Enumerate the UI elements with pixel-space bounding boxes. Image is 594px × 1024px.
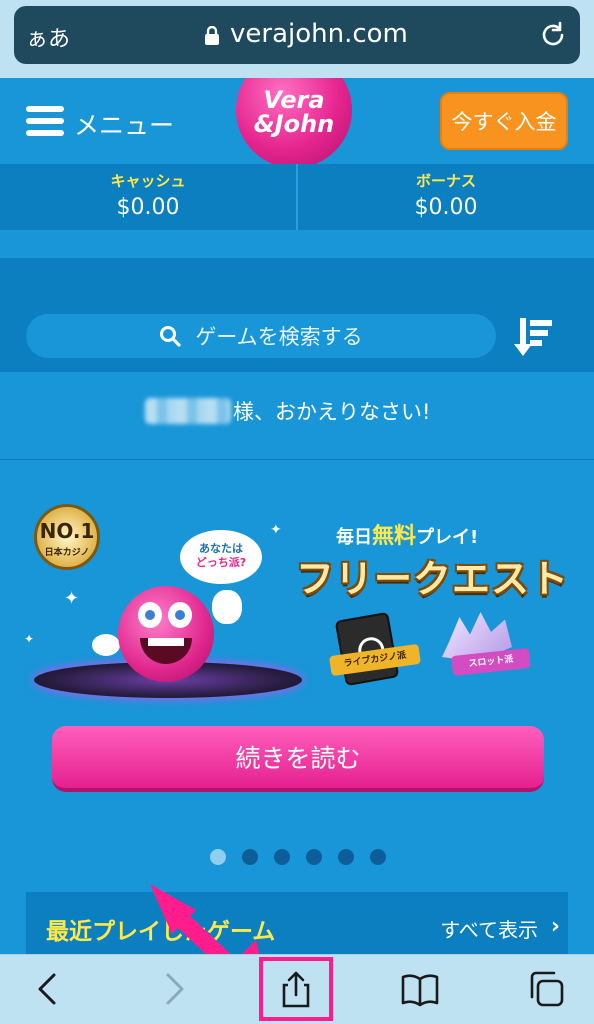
deposit-now-button[interactable]: 今すぐ入金	[440, 92, 568, 150]
speech-bubble: あなたは どっち派?	[180, 530, 262, 584]
glove-right-icon	[212, 590, 242, 624]
pagination-dot[interactable]	[338, 849, 354, 865]
pagination-dot[interactable]	[370, 849, 386, 865]
vera-john-logo[interactable]: Vera &John	[236, 78, 352, 164]
balance-bar: キャッシュ $0.00 ボーナス $0.00	[0, 164, 594, 230]
menu-label[interactable]: メニュー	[74, 106, 174, 142]
promo-subtitle: 毎日無料プレイ!	[336, 524, 479, 549]
blurred-username	[145, 398, 231, 424]
recent-games-header: 最近プレイしたゲーム すべて表示 ›	[26, 892, 568, 956]
search-placeholder: ゲームを検索する	[195, 325, 363, 349]
sparkle-icon: ✦	[270, 522, 282, 538]
forward-icon[interactable]	[154, 969, 194, 1009]
pagination-dot[interactable]	[210, 849, 226, 865]
carousel-pagination	[210, 849, 386, 865]
glove-left-icon	[92, 634, 120, 656]
chevron-right-icon[interactable]: ›	[551, 914, 560, 939]
mascot-character	[118, 586, 214, 682]
no1-badge-icon: NO.1 日本カジノ	[34, 504, 100, 570]
share-icon[interactable]	[276, 969, 316, 1009]
lock-icon	[205, 26, 219, 45]
welcome-section: 様、おかえりなさい!	[0, 372, 594, 460]
address-domain: verajohn.com	[230, 19, 408, 49]
bonus-value: $0.00	[414, 195, 478, 220]
read-more-button[interactable]: 続きを読む	[52, 726, 544, 792]
back-icon[interactable]	[28, 969, 68, 1009]
view-all-link[interactable]: すべて表示	[440, 914, 538, 943]
sort-icon[interactable]	[514, 316, 554, 358]
browser-top-bar: ぁあ verajohn.com	[0, 0, 594, 78]
welcome-message: 様、おかえりなさい!	[233, 400, 431, 424]
promo-banner[interactable]: NO.1 日本カジノ ✦ ✦ ✦ あなたは どっち派? 毎日無料プレイ! フリー…	[0, 462, 594, 702]
sparkle-icon: ✦	[24, 632, 35, 646]
sparkle-icon: ✦	[64, 588, 80, 609]
hamburger-icon[interactable]	[26, 106, 64, 138]
pagination-dot[interactable]	[306, 849, 322, 865]
bonus-balance: ボーナス $0.00	[296, 164, 594, 230]
site-header: メニュー Vera &John 今すぐ入金	[0, 78, 594, 164]
address-bar[interactable]: ぁあ verajohn.com	[14, 6, 580, 64]
tabs-icon[interactable]	[526, 969, 566, 1009]
text-size-button[interactable]: ぁあ	[26, 21, 70, 53]
game-search-input[interactable]: ゲームを検索する	[26, 314, 496, 358]
search-icon	[160, 326, 181, 347]
browser-bottom-toolbar	[0, 954, 594, 1024]
cash-value: $0.00	[116, 195, 180, 220]
cash-label: キャッシュ	[110, 172, 186, 190]
promo-title: フリークエスト	[296, 557, 570, 601]
reload-icon[interactable]	[538, 20, 568, 50]
bonus-label: ボーナス	[415, 172, 476, 190]
pagination-dot[interactable]	[274, 849, 290, 865]
pagination-dot[interactable]	[242, 849, 258, 865]
bookmarks-icon[interactable]	[400, 969, 440, 1009]
cash-balance: キャッシュ $0.00	[0, 164, 296, 230]
search-area: ゲームを検索する	[0, 258, 594, 372]
